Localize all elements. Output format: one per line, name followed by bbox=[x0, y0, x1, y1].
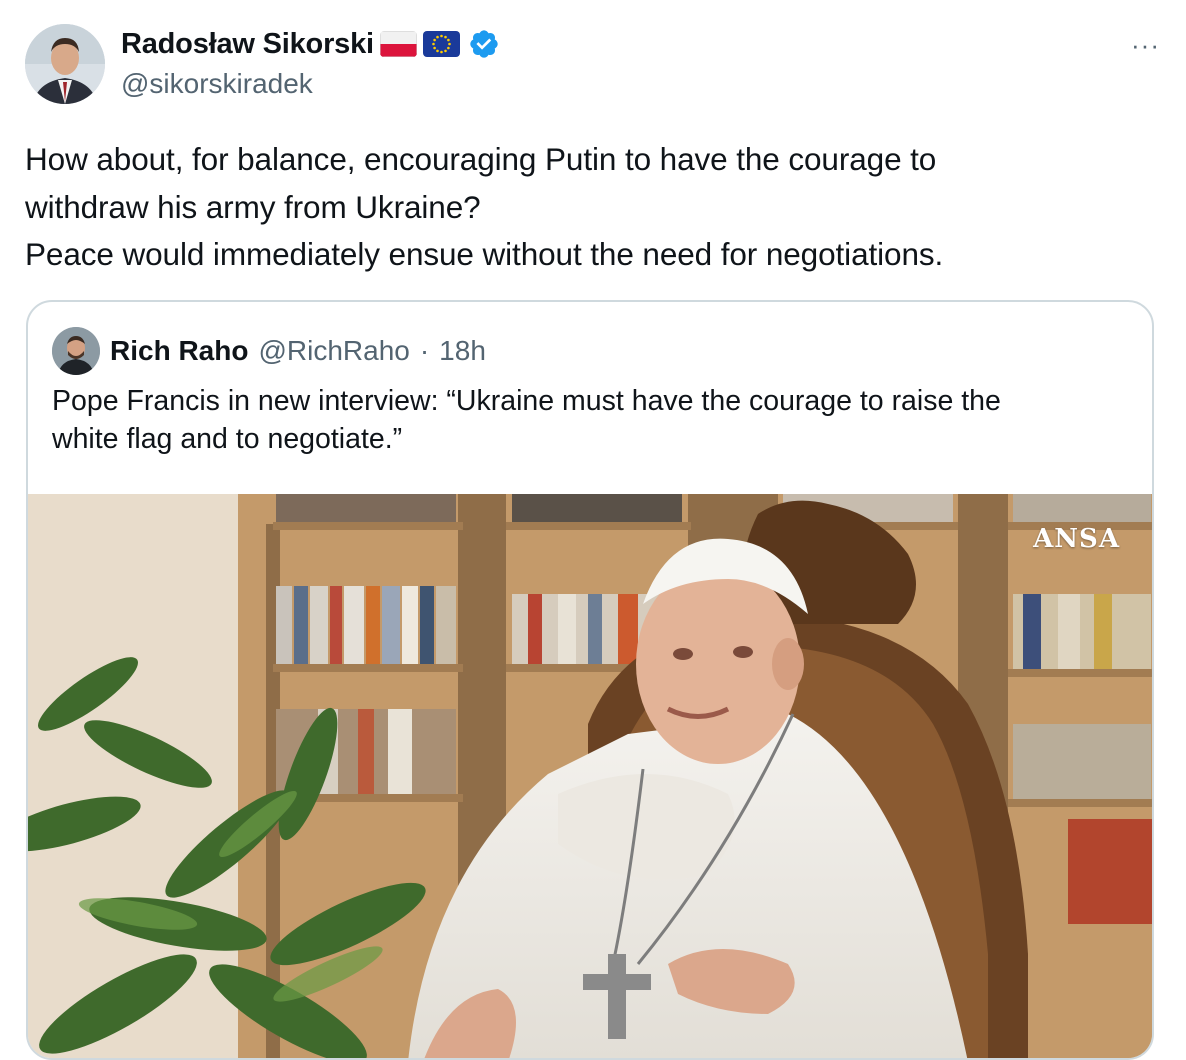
quoted-tweet-header: Rich Raho @RichRaho · 18h bbox=[52, 326, 486, 376]
quoted-handle[interactable]: @RichRaho bbox=[258, 335, 409, 367]
quoted-media-image[interactable]: ANSA bbox=[28, 494, 1152, 1058]
ansa-watermark: ANSA bbox=[1033, 524, 1120, 554]
eu-flag-icon bbox=[422, 31, 460, 57]
author-name-row: Radosław Sikorski bbox=[121, 26, 500, 62]
more-options-icon[interactable]: ··· bbox=[1131, 30, 1160, 61]
quoted-tweet-text: Pope Francis in new interview: “Ukraine … bbox=[52, 385, 1001, 455]
verified-badge-icon[interactable] bbox=[468, 28, 500, 60]
interview-scene-image bbox=[28, 494, 1152, 1058]
poland-flag-icon bbox=[379, 31, 417, 57]
author-avatar[interactable] bbox=[25, 24, 105, 104]
author-display-name[interactable]: Radosław Sikorski bbox=[121, 28, 374, 61]
quoted-timestamp[interactable]: 18h bbox=[439, 335, 486, 367]
quoted-author-avatar[interactable] bbox=[52, 327, 100, 375]
author-handle[interactable]: @sikorskiradek bbox=[121, 68, 313, 100]
quoted-tweet-card[interactable]: Rich Raho @RichRaho · 18h Pope Francis i… bbox=[26, 300, 1154, 1060]
tweet-text: How about, for balance, encouraging Puti… bbox=[25, 141, 944, 272]
separator-dot: · bbox=[419, 335, 430, 366]
quoted-display-name[interactable]: Rich Raho bbox=[110, 335, 248, 367]
